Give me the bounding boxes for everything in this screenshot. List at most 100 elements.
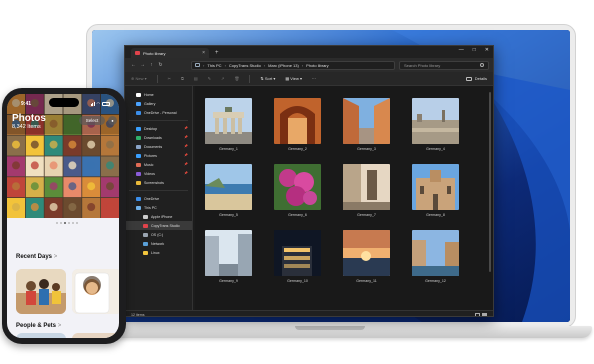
photo-filename: Germany_3: [357, 147, 376, 151]
tab-title: Photo library: [143, 50, 166, 56]
people-pets-header[interactable]: People & Pets >: [16, 323, 61, 329]
rename-icon[interactable]: ✎: [208, 76, 211, 81]
photo-item[interactable]: Germany_7: [343, 164, 390, 217]
sidebar-item-os-c[interactable]: OS (C:): [125, 230, 192, 239]
forward-button[interactable]: →: [138, 62, 147, 68]
details-button[interactable]: Details: [465, 76, 487, 81]
search-box[interactable]: Search Photo library: [399, 60, 489, 70]
sidebar-item-label: This PC: [144, 205, 157, 210]
page-dots[interactable]: [56, 222, 78, 224]
recent-days-header[interactable]: Recent Days >: [16, 254, 57, 260]
cloud-icon: [136, 110, 141, 115]
command-bar: ⊕ New ▾ ✂ ⧉ ▤ ✎ ↗ 🗑 ⇅ Sort ▾ ▦ View ▾ ··…: [125, 72, 493, 86]
sidebar-item-screenshots[interactable]: Screenshots: [125, 178, 192, 187]
view-button[interactable]: ▦ View ▾: [285, 76, 302, 81]
file-explorer-window: Photo library × + — □ ✕ ← → ↑ ↻ › This P…: [124, 45, 494, 317]
person-card[interactable]: [72, 333, 119, 338]
refresh-button[interactable]: ↻: [156, 62, 165, 68]
minimize-button[interactable]: —: [459, 47, 464, 53]
sidebar-item-copytrans-studio[interactable]: CopyTrans Studio: [125, 221, 192, 230]
sidebar-item-linux[interactable]: Linux: [125, 248, 192, 257]
recent-day-card[interactable]: [16, 269, 66, 314]
delete-icon[interactable]: 🗑: [234, 76, 239, 81]
sidebar-divider: [129, 190, 188, 191]
photo-filename: Germany_6: [288, 213, 307, 217]
thumbnail-view-icon[interactable]: [482, 312, 487, 316]
sidebar-item-documents[interactable]: Documents 📌: [125, 142, 192, 151]
cut-icon[interactable]: ✂: [168, 76, 171, 81]
scrollbar[interactable]: [489, 92, 491, 272]
sidebar-item-apple-iphone[interactable]: Apple iPhone: [125, 212, 192, 221]
photo-thumbnail: [274, 98, 321, 144]
sidebar-item-pictures[interactable]: Pictures 📌: [125, 151, 192, 160]
photo-item[interactable]: Germany_9: [205, 230, 252, 283]
photo-thumbnail: [205, 98, 252, 144]
pin-icon: 📌: [184, 126, 188, 130]
select-button[interactable]: Select: [79, 116, 105, 125]
photo-item[interactable]: Germany_4: [412, 98, 459, 151]
page-dot: [76, 222, 78, 224]
address-bar[interactable]: › This PC › CopyTrans Studio › Marc (iPh…: [191, 60, 395, 70]
photo-item[interactable]: Germany_6: [274, 164, 321, 217]
sidebar-item-downloads[interactable]: Downloads 📌: [125, 133, 192, 142]
photo-item[interactable]: Germany_11: [343, 230, 390, 283]
sidebar-item-label: Pictures: [144, 153, 157, 158]
photo-item[interactable]: Germany_5: [205, 164, 252, 217]
new-button[interactable]: ⊕ New ▾: [131, 76, 147, 81]
battery-icon: [102, 101, 110, 106]
photo-item[interactable]: Germany_10: [274, 230, 321, 283]
sidebar-item-music[interactable]: Music 📌: [125, 160, 192, 169]
sidebar-item-desktop[interactable]: Desktop 📌: [125, 124, 192, 133]
share-icon[interactable]: ↗: [221, 76, 224, 81]
profile-icon[interactable]: ●: [108, 116, 117, 125]
new-tab-button[interactable]: +: [215, 48, 219, 58]
sidebar-item-onedrive-personal[interactable]: OneDrive - Personal: [125, 108, 192, 117]
recent-days-row: Today: [16, 269, 119, 314]
breadcrumb-item[interactable]: This PC: [207, 63, 221, 68]
file-grid: Germany_1 Germany_2 Germany_3 Germany_4 Germ…: [195, 86, 493, 310]
photo-filename: Germany_12: [425, 279, 446, 283]
sidebar-item-videos[interactable]: Videos 📌: [125, 169, 192, 178]
sort-label: Sort: [264, 76, 273, 81]
sort-button[interactable]: ⇅ Sort ▾: [260, 76, 275, 81]
section-title: Recent Days: [16, 254, 53, 260]
sidebar-item-onedrive[interactable]: OneDrive: [125, 194, 192, 203]
photo-thumbnail: [412, 164, 459, 210]
back-button[interactable]: ←: [129, 62, 138, 68]
photo-thumbnail: [343, 164, 390, 210]
sidebar-item-gallery[interactable]: Gallery: [125, 99, 192, 108]
new-label: New: [135, 76, 144, 81]
page-dot: [60, 222, 62, 224]
sidebar-item-label: OS (C:): [151, 232, 164, 237]
sidebar-item-this-pc[interactable]: This PC: [125, 203, 192, 212]
paste-icon[interactable]: ▤: [194, 76, 198, 81]
close-window-button[interactable]: ✕: [485, 47, 489, 53]
download-icon: [136, 135, 141, 140]
tab-photo-library[interactable]: Photo library ×: [131, 48, 209, 58]
sidebar-item-label: Linux: [151, 250, 160, 255]
pin-icon: 📌: [184, 144, 188, 148]
maximize-button[interactable]: □: [473, 47, 476, 53]
item-count: 8,342 Items: [12, 124, 41, 130]
sidebar-item-network[interactable]: Network: [125, 239, 192, 248]
recent-day-card[interactable]: Today: [72, 269, 119, 314]
home-icon: [136, 92, 141, 97]
chevron-right-icon: ›: [224, 62, 226, 68]
person-card[interactable]: [16, 333, 66, 338]
breadcrumb-item[interactable]: Marc (iPhone 13): [268, 63, 299, 68]
photo-item[interactable]: Germany_12: [412, 230, 459, 283]
photo-thumbnail: [412, 98, 459, 144]
details-view-icon[interactable]: [475, 312, 480, 316]
photo-item[interactable]: Germany_3: [343, 98, 390, 151]
photo-item[interactable]: Germany_8: [412, 164, 459, 217]
breadcrumb-item[interactable]: CopyTrans Studio: [229, 63, 261, 68]
photo-filename: Germany_10: [287, 279, 308, 283]
photo-item[interactable]: Germany_1: [205, 98, 252, 151]
photo-item[interactable]: Germany_2: [274, 98, 321, 151]
more-options-button[interactable]: ···: [312, 76, 316, 81]
breadcrumb-item[interactable]: Photo library: [306, 63, 328, 68]
copy-icon[interactable]: ⧉: [181, 76, 184, 81]
up-button[interactable]: ↑: [147, 62, 156, 68]
sidebar-item-home[interactable]: Home: [125, 90, 192, 99]
close-tab-icon[interactable]: ×: [202, 50, 205, 56]
